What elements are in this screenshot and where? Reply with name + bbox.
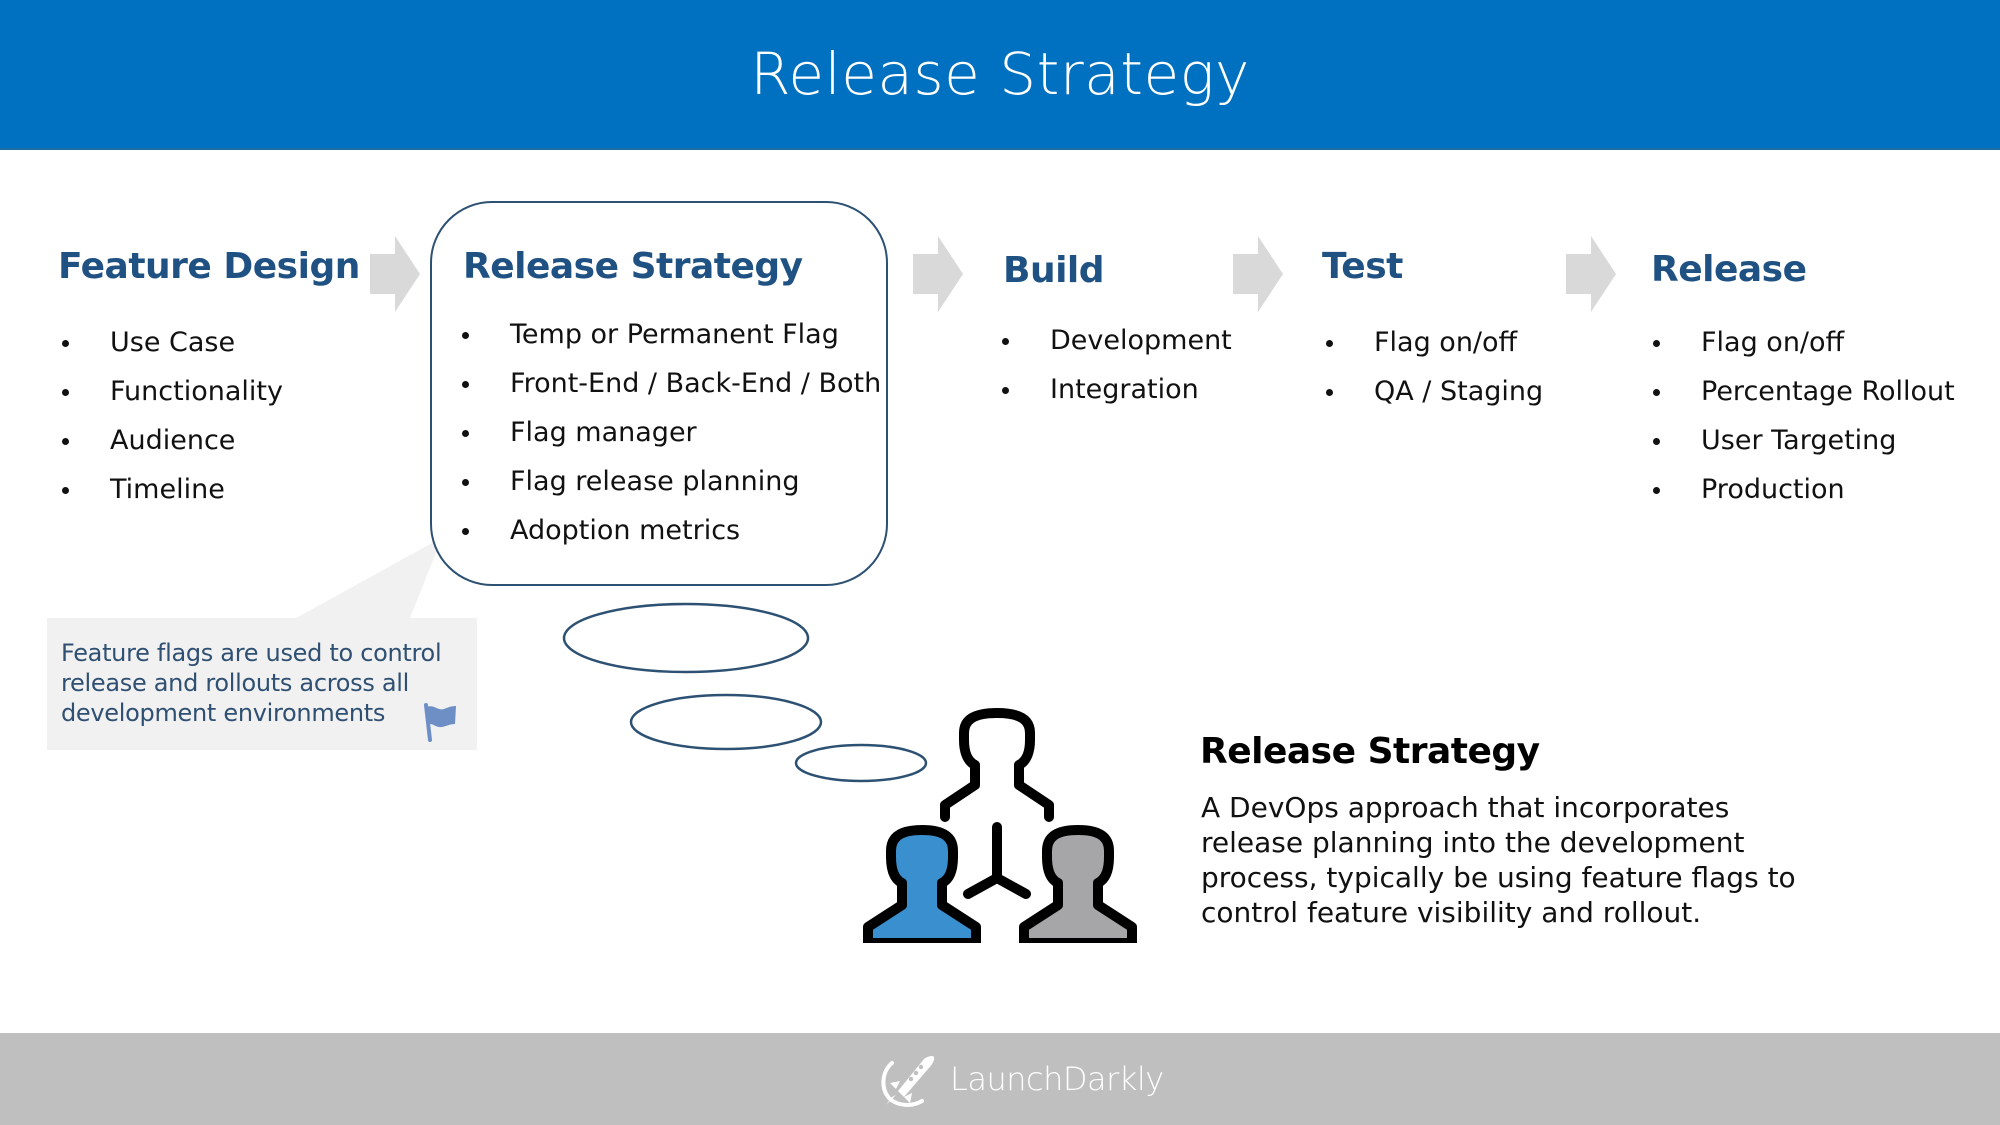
list-item: Audience <box>60 416 283 465</box>
thought-bubbles <box>562 602 928 783</box>
list-item: Timeline <box>60 465 283 514</box>
list-item-text: Flag release planning <box>510 466 800 497</box>
chevron-arrow-right-icon <box>913 236 963 312</box>
thought-bubble-medium <box>629 693 823 751</box>
list-item-text: Temp or Permanent Flag <box>510 319 839 350</box>
bullet-icon <box>462 332 469 339</box>
list-item: Flag release planning <box>460 457 881 506</box>
list-item: Functionality <box>60 367 283 416</box>
stage-heading-test: Test <box>1322 246 1403 287</box>
list-item: Flag on/off <box>1651 318 1955 367</box>
list-item-text: Production <box>1701 474 1845 505</box>
bullet-icon <box>62 487 69 494</box>
bullet-icon <box>1326 340 1333 347</box>
brand-logo: LaunchDarkly <box>878 1051 1164 1107</box>
list-item: Integration <box>1000 365 1232 414</box>
bullet-icon <box>62 340 69 347</box>
stage-heading-feature-design: Feature Design <box>58 246 360 287</box>
list-item-text: Audience <box>110 425 236 456</box>
bullet-icon <box>1653 487 1660 494</box>
bullet-icon <box>462 430 469 437</box>
connector-icon <box>963 822 1031 899</box>
person-blue-icon <box>863 825 981 948</box>
bullet-icon <box>1002 387 1009 394</box>
stage-list-build: Development Integration <box>1000 316 1232 414</box>
list-item: Development <box>1000 316 1232 365</box>
stage-list-feature-design: Use Case Functionality Audience Timeline <box>60 318 283 514</box>
list-item-text: Adoption metrics <box>510 515 741 546</box>
stage-list-test: Flag on/off QA / Staging <box>1324 318 1543 416</box>
stage-heading-release: Release <box>1651 249 1807 290</box>
list-item: Percentage Rollout <box>1651 367 1955 416</box>
bullet-icon <box>1653 438 1660 445</box>
flag-icon <box>424 703 456 742</box>
list-item: Temp or Permanent Flag <box>460 310 881 359</box>
stage-list-release: Flag on/off Percentage Rollout User Targ… <box>1651 318 1955 514</box>
list-item: QA / Staging <box>1324 367 1543 416</box>
list-item-text: Timeline <box>110 474 225 505</box>
description-title: Release Strategy <box>1200 731 1540 772</box>
rocket-logo-icon <box>881 1055 935 1107</box>
slide-header: Release Strategy <box>0 0 2000 150</box>
callout-box: Feature flags are used to control releas… <box>47 618 477 750</box>
list-item-text: User Targeting <box>1701 425 1897 456</box>
list-item-text: Flag on/off <box>1374 327 1518 358</box>
description-body: A DevOps approach that incorporates rele… <box>1201 791 1796 929</box>
bullet-icon <box>1002 338 1009 345</box>
list-item-text: Use Case <box>110 327 236 358</box>
list-item-text: Flag manager <box>510 417 697 448</box>
person-top-icon <box>940 708 1054 822</box>
thought-bubble-large <box>562 602 810 674</box>
chevron-arrow-right-icon <box>370 236 420 312</box>
list-item-text: Integration <box>1050 374 1199 405</box>
callout-pointer <box>296 530 445 618</box>
bullet-icon <box>1653 389 1660 396</box>
bullet-icon <box>1326 389 1333 396</box>
list-item-text: Development <box>1050 325 1232 356</box>
list-item: Production <box>1651 465 1955 514</box>
list-item-text: Functionality <box>110 376 283 407</box>
list-item-text: Front-End / Back-End / Both <box>510 368 882 399</box>
person-gray-icon <box>1019 825 1137 948</box>
list-item: Flag manager <box>460 408 881 457</box>
team-hierarchy-icon <box>860 708 1140 950</box>
slide-title: Release Strategy <box>750 40 1250 108</box>
chevron-arrow-right-icon <box>1233 236 1283 312</box>
list-item: Front-End / Back-End / Both <box>460 359 881 408</box>
list-item: User Targeting <box>1651 416 1955 465</box>
list-item: Adoption metrics <box>460 506 881 555</box>
chevron-arrow-right-icon <box>1566 236 1616 312</box>
list-item: Use Case <box>60 318 283 367</box>
slide-footer: LaunchDarkly <box>0 1033 2000 1125</box>
bullet-icon <box>462 479 469 486</box>
bullet-icon <box>462 381 469 388</box>
list-item-text: Percentage Rollout <box>1701 376 1955 407</box>
bullet-icon <box>62 389 69 396</box>
stage-heading-release-strategy: Release Strategy <box>463 246 803 287</box>
bullet-icon <box>462 528 469 535</box>
brand-name: LaunchDarkly <box>950 1060 1164 1098</box>
list-item-text: Flag on/off <box>1701 327 1845 358</box>
bullet-icon <box>1653 340 1660 347</box>
callout-text: Feature flags are used to control releas… <box>61 639 442 727</box>
list-item: Flag on/off <box>1324 318 1543 367</box>
stage-list-release-strategy: Temp or Permanent Flag Front-End / Back-… <box>460 310 881 555</box>
bullet-icon <box>62 438 69 445</box>
list-item-text: QA / Staging <box>1374 376 1544 407</box>
stage-heading-build: Build <box>1003 250 1105 291</box>
